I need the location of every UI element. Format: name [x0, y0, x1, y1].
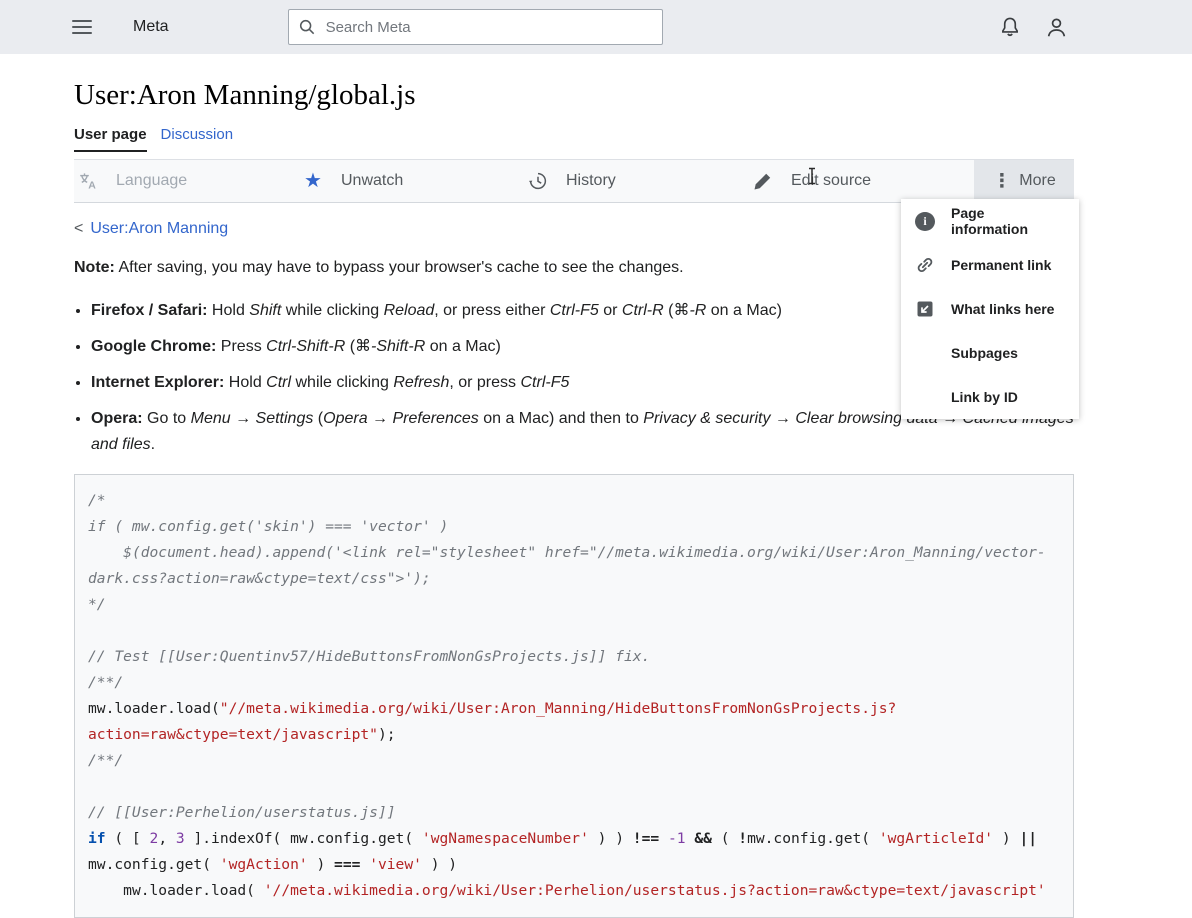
page-actions-toolbar: A Language ★ Unwatch History — [74, 159, 1074, 203]
toolbar-language-button[interactable]: A Language — [74, 160, 299, 202]
toolbar-more-label: More — [1019, 172, 1055, 190]
edit-pencil-icon — [753, 171, 773, 191]
top-header: Meta — [0, 0, 1192, 54]
menu-item-link-by-id[interactable]: Link by ID — [901, 375, 1079, 419]
toolbar-more-button[interactable]: ⋮ More — [974, 160, 1074, 202]
link-icon — [915, 255, 935, 275]
empty-icon-placeholder — [915, 343, 935, 363]
page-tabs: User page Discussion — [74, 126, 1074, 152]
site-wordmark[interactable]: Meta — [133, 18, 169, 36]
toolbar-edit-source-label: Edit source — [791, 172, 871, 190]
backlink-arrow: < — [74, 220, 83, 237]
toolbar-history-label: History — [566, 172, 616, 190]
menu-item-what-links-here[interactable]: What links here — [901, 287, 1079, 331]
page-root: Meta User:Aron Manning/global.js User pa… — [0, 0, 1192, 918]
ellipsis-icon: ⋮ — [992, 172, 1006, 191]
notifications-bell-icon[interactable] — [999, 16, 1021, 38]
info-icon: i — [915, 212, 935, 231]
toolbar-edit-source-button[interactable]: Edit source — [749, 160, 974, 202]
toolbar-unwatch-label: Unwatch — [341, 172, 403, 190]
hamburger-menu-icon[interactable] — [72, 16, 92, 38]
menu-item-what-links-here-label: What links here — [951, 301, 1054, 317]
menu-item-permanent-link-label: Permanent link — [951, 257, 1051, 273]
star-icon: ★ — [303, 171, 323, 191]
page-title: User:Aron Manning/global.js — [74, 79, 1074, 112]
history-icon — [528, 171, 548, 191]
parent-page-link[interactable]: User:Aron Manning — [90, 220, 228, 237]
svg-text:A: A — [88, 180, 96, 191]
empty-icon-placeholder — [915, 387, 935, 407]
search-input[interactable] — [324, 18, 653, 37]
search-icon — [298, 18, 316, 36]
more-dropdown-menu: i Page information Permanent link — [901, 199, 1079, 419]
code-block: /*if ( mw.config.get('skin') === 'vector… — [74, 474, 1074, 918]
menu-item-page-information-label: Page information — [951, 205, 1065, 237]
search-box[interactable] — [288, 9, 663, 45]
menu-item-page-information[interactable]: i Page information — [901, 199, 1079, 243]
language-icon: A — [78, 171, 98, 191]
tab-discussion[interactable]: Discussion — [161, 126, 234, 152]
toolbar-language-label: Language — [116, 172, 187, 190]
menu-item-link-by-id-label: Link by ID — [951, 389, 1018, 405]
toolbar-unwatch-button[interactable]: ★ Unwatch — [299, 160, 524, 202]
tab-user-page[interactable]: User page — [74, 126, 147, 152]
user-account-icon[interactable] — [1045, 16, 1068, 39]
toolbar-history-button[interactable]: History — [524, 160, 749, 202]
menu-item-permanent-link[interactable]: Permanent link — [901, 243, 1079, 287]
menu-item-subpages[interactable]: Subpages — [901, 331, 1079, 375]
what-links-here-icon — [915, 299, 935, 319]
menu-item-subpages-label: Subpages — [951, 345, 1018, 361]
